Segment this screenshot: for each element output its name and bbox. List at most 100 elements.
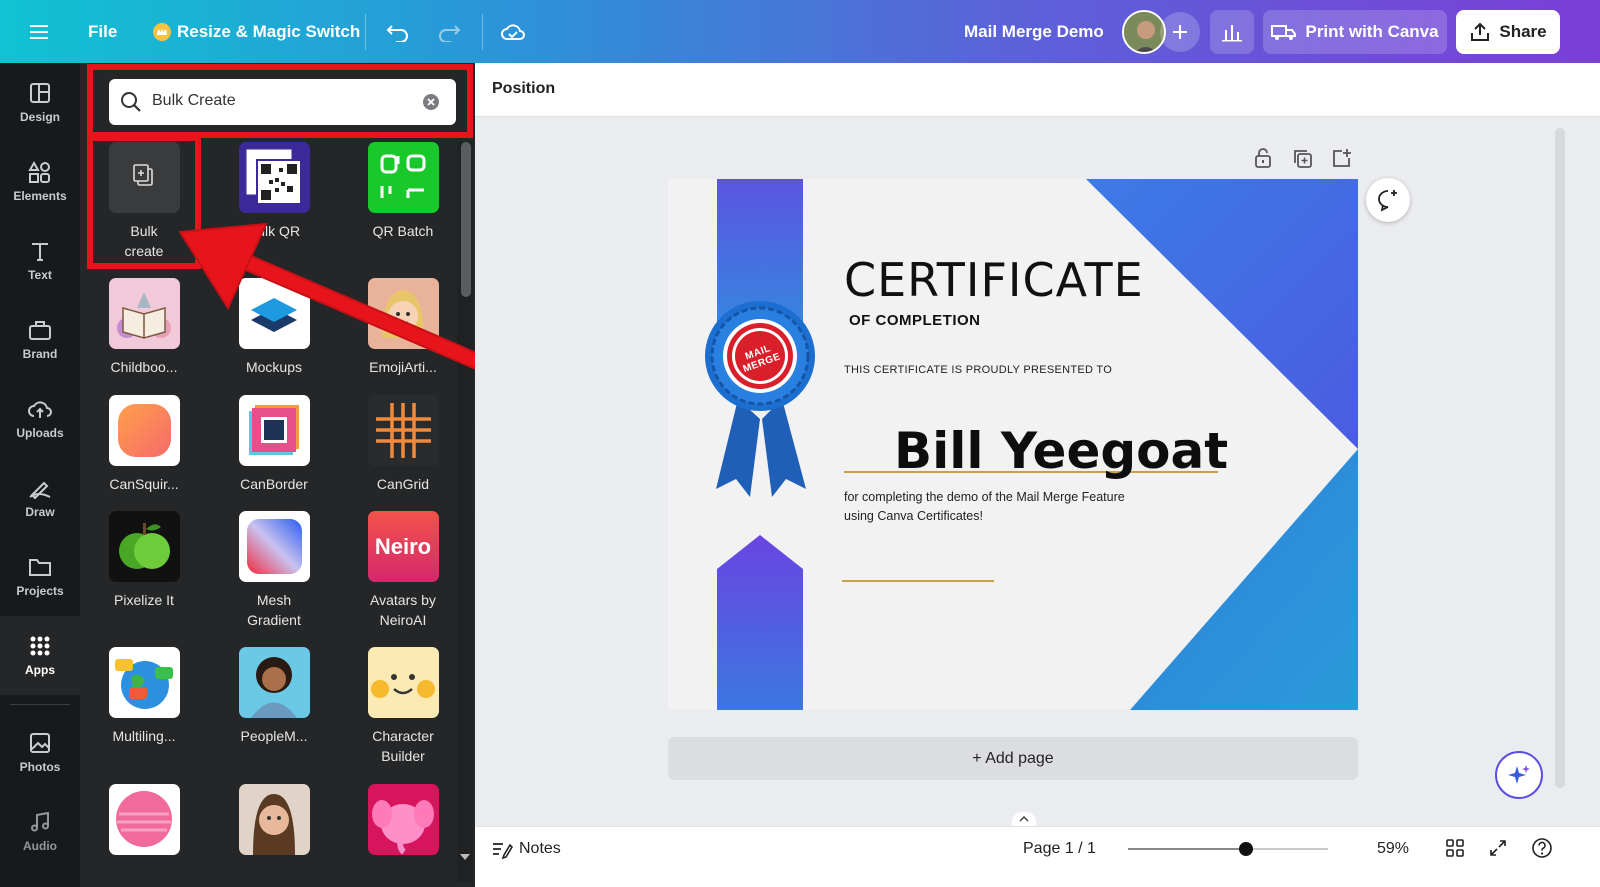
rail-item-audio[interactable]: Audio: [0, 792, 80, 871]
add-page-button[interactable]: + Add page: [668, 737, 1358, 780]
highlight-box-search: [87, 64, 473, 138]
app-tile: [367, 142, 439, 213]
app-label: Mesh: [256, 592, 292, 608]
rail-label: Brand: [22, 346, 58, 361]
undo-icon[interactable]: [386, 0, 410, 63]
apps-grid-icon: [30, 636, 50, 655]
music-icon: [31, 811, 49, 831]
app-tile: [108, 647, 180, 718]
image-icon: [30, 732, 50, 753]
hamburger-menu-icon[interactable]: [28, 0, 50, 63]
bar-chart-icon: [1222, 25, 1242, 42]
expand-pages-button[interactable]: [1012, 812, 1036, 826]
qr-batch-icon: [380, 154, 425, 198]
magic-assistant-button[interactable]: [1495, 751, 1543, 799]
app-label: Character: [372, 728, 434, 744]
notes-label: Notes: [519, 840, 561, 857]
redo-icon[interactable]: [437, 0, 461, 63]
rail-item-design[interactable]: Design: [0, 63, 80, 142]
resize-magic-switch-button[interactable]: Resize & Magic Switch: [153, 0, 360, 63]
app-multilingual[interactable]: Multiling...: [79, 647, 209, 746]
share-button[interactable]: Share: [1456, 10, 1560, 54]
print-with-canva-button[interactable]: Print with Canva: [1263, 10, 1447, 54]
rail-item-brand[interactable]: Brand: [0, 300, 80, 379]
certificate-description-line1: for completing the demo of the Mail Merg…: [844, 490, 1125, 504]
rail-item-text[interactable]: Text: [0, 221, 80, 300]
certificate-page[interactable]: MAIL MERGE CERTIFICATE OF COMPLETION THI…: [668, 179, 1358, 710]
insights-chart-button[interactable]: [1210, 10, 1254, 54]
document-title[interactable]: Mail Merge Demo: [964, 0, 1104, 63]
rail-label: Projects: [16, 583, 64, 598]
smiley-face-icon: [370, 674, 435, 698]
app-avatars-by-neiroai[interactable]: Neiro Avatars by NeiroAI: [338, 511, 468, 630]
app-tile: [238, 647, 310, 718]
file-menu-button[interactable]: File: [88, 0, 117, 63]
rail-item-uploads[interactable]: Uploads: [0, 379, 80, 458]
recipient-name: Bill Yeegoat: [894, 422, 1229, 480]
notes-icon: [493, 843, 513, 859]
app-tile: [238, 784, 310, 855]
divider: [365, 14, 366, 50]
apple-icon: [118, 523, 170, 569]
app-pixelize-it[interactable]: Pixelize It: [79, 511, 209, 610]
app-tile-partial[interactable]: [209, 784, 339, 863]
canvas-scrollbar-thumb[interactable]: [1555, 128, 1565, 788]
resize-label: Resize & Magic Switch: [177, 21, 361, 41]
app-label: Avatars by: [370, 592, 436, 608]
app-tile: [238, 142, 310, 213]
grid-view-icon[interactable]: [1445, 838, 1465, 863]
certificate-subtitle: OF COMPLETION: [849, 312, 981, 329]
scroll-down-arrow-icon[interactable]: [460, 854, 470, 860]
duplicate-page-icon[interactable]: [1292, 148, 1314, 175]
app-label: Pixelize It: [114, 592, 174, 608]
rail-item-apps[interactable]: Apps: [0, 616, 80, 695]
rail-item-elements[interactable]: Elements: [0, 142, 80, 221]
app-label: NeiroAI: [379, 612, 427, 628]
rail-item-projects[interactable]: Projects: [0, 537, 80, 616]
app-label: Builder: [381, 748, 425, 764]
rail-label: Elements: [13, 188, 67, 203]
app-label: Gradient: [247, 612, 301, 628]
comment-plus-icon: [1378, 190, 1397, 212]
storybook-icon: [116, 292, 171, 339]
help-icon[interactable]: [1531, 837, 1553, 864]
truck-icon: [1271, 25, 1297, 40]
app-character-builder[interactable]: Character Builder: [338, 647, 468, 766]
app-tile: [367, 647, 439, 718]
certificate-description-line2: using Canva Certificates!: [844, 509, 983, 523]
app-tile: [108, 511, 180, 582]
shapes-icon: [28, 160, 50, 183]
bottom-bar: Notes Page 1 / 1 59%: [475, 826, 1600, 887]
canvas-scrollbar[interactable]: [1551, 120, 1569, 800]
add-page-icon[interactable]: [1331, 147, 1353, 174]
app-tile-partial[interactable]: [79, 784, 209, 863]
app-tile-partial[interactable]: [338, 784, 468, 863]
rail-label: Uploads: [16, 425, 64, 440]
divider: [10, 704, 70, 705]
page-indicator[interactable]: Page 1 / 1: [1023, 827, 1096, 871]
fullscreen-icon[interactable]: [1488, 838, 1508, 863]
add-comment-button[interactable]: [1366, 178, 1410, 222]
app-label: CanBorder: [240, 476, 308, 492]
brand-icon: [29, 320, 51, 340]
cloud-saved-icon[interactable]: [500, 0, 526, 63]
position-button[interactable]: Position: [492, 80, 555, 98]
rail-label: Text: [28, 267, 52, 282]
app-tile: [108, 278, 180, 349]
rail-item-draw[interactable]: Draw: [0, 458, 80, 537]
app-peoplemaker[interactable]: PeopleM...: [209, 647, 339, 746]
rail-item-photos[interactable]: Photos: [0, 713, 80, 792]
app-mesh-gradient[interactable]: Mesh Gradient: [209, 511, 339, 630]
share-label: Share: [1499, 22, 1547, 41]
zoom-percentage[interactable]: 59%: [1377, 827, 1409, 871]
globe-chat-icon: [114, 659, 173, 709]
pink-elephant-icon: [371, 800, 434, 855]
lock-icon[interactable]: [1253, 147, 1273, 174]
add-collaborator-button[interactable]: [1160, 12, 1200, 52]
app-label: CanSquir...: [109, 476, 179, 492]
notes-button[interactable]: Notes: [491, 827, 561, 871]
zoom-slider-thumb[interactable]: [1239, 842, 1254, 856]
side-rail: Design Elements Text Brand Uploads Draw …: [0, 63, 80, 887]
chevron-up-icon: [1019, 816, 1029, 822]
layout-icon: [30, 82, 50, 103]
